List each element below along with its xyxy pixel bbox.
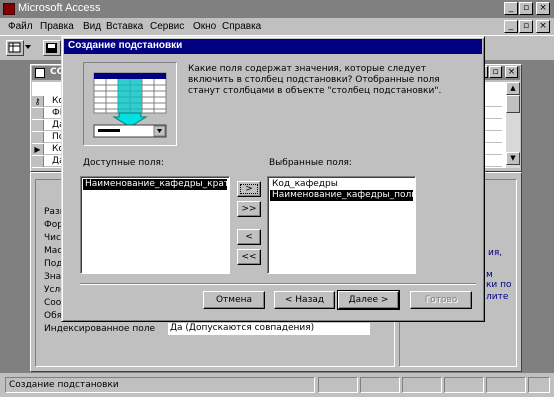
- help-text-fragment: ки по: [486, 280, 512, 290]
- menu-insert[interactable]: Вставка: [106, 21, 143, 32]
- remove-all-fields-button[interactable]: <<: [237, 249, 261, 265]
- access-key-icon: [3, 3, 15, 15]
- status-bar: Создание подстановки: [0, 375, 554, 397]
- save-icon[interactable]: [43, 40, 61, 56]
- doc-restore-icon[interactable]: ▫: [519, 20, 533, 33]
- help-text-fragment: ия,: [488, 248, 503, 258]
- list-item[interactable]: Наименование_кафедры_кратко: [83, 179, 227, 190]
- menu-bar: Файл Правка Вид Вставка Сервис Окно Спра…: [0, 18, 554, 35]
- status-panel: [528, 377, 550, 393]
- add-field-button[interactable]: >: [237, 181, 261, 197]
- menu-window[interactable]: Окно: [193, 21, 216, 32]
- close-icon[interactable]: ×: [536, 2, 550, 15]
- table-icon: [35, 68, 45, 78]
- back-button[interactable]: < Назад: [274, 291, 335, 309]
- doc-minimize-icon[interactable]: _: [504, 20, 518, 33]
- menu-file[interactable]: Файл: [8, 21, 33, 32]
- dialog-description: Какие поля содержат значения, которые сл…: [188, 64, 442, 96]
- row-selector: [32, 120, 44, 131]
- available-fields-list[interactable]: Наименование_кафедры_кратко: [80, 176, 230, 274]
- next-button[interactable]: Далее >: [337, 290, 400, 310]
- remove-field-button[interactable]: <: [237, 229, 261, 245]
- menu-help[interactable]: Справка: [222, 21, 261, 32]
- key-icon: ⚷: [32, 96, 44, 107]
- app-title: Microsoft Access: [18, 2, 101, 14]
- status-panel: [402, 377, 442, 393]
- wizard-illustration: [83, 62, 177, 146]
- finish-button[interactable]: Готово: [410, 291, 472, 309]
- maximize-icon[interactable]: ▫: [519, 2, 533, 15]
- scroll-thumb[interactable]: [506, 95, 520, 113]
- row-selector: [32, 108, 44, 119]
- menu-view[interactable]: Вид: [83, 21, 101, 32]
- status-panel: [444, 377, 484, 393]
- status-panel: [318, 377, 358, 393]
- indexed-property-value[interactable]: Да (Допускаются совпадения): [168, 323, 370, 335]
- app-title-bar: Microsoft Access _ ▫ ×: [0, 0, 554, 18]
- help-text-fragment: лите: [486, 292, 509, 302]
- minimize-icon[interactable]: _: [504, 2, 518, 15]
- cancel-button[interactable]: Отмена: [203, 291, 265, 309]
- doc-close-icon[interactable]: ×: [536, 20, 550, 33]
- status-text: Создание подстановки: [5, 377, 315, 393]
- status-panel: [360, 377, 400, 393]
- selected-fields-label: Выбранные поля:: [269, 158, 352, 168]
- scroll-down-icon[interactable]: ▼: [506, 152, 520, 165]
- menu-edit[interactable]: Правка: [40, 21, 74, 32]
- dialog-title: Создание подстановки: [68, 40, 183, 51]
- current-row-arrow-icon: ▶: [32, 144, 44, 155]
- available-fields-label: Доступные поля:: [83, 158, 164, 168]
- row-selector: [32, 156, 44, 167]
- view-dropdown-icon[interactable]: [25, 45, 31, 49]
- list-item[interactable]: Наименование_кафедры_полное: [270, 190, 413, 201]
- selected-fields-list[interactable]: Код_кафедры Наименование_кафедры_полное: [267, 176, 416, 274]
- scroll-up-icon[interactable]: ▲: [506, 82, 520, 95]
- status-panel: [486, 377, 526, 393]
- list-item[interactable]: Код_кафедры: [270, 179, 413, 190]
- table-close-icon[interactable]: ×: [505, 66, 518, 78]
- lookup-column-graphic: [93, 72, 167, 138]
- table-maximize-icon[interactable]: ▫: [489, 66, 502, 78]
- row-selector: [32, 132, 44, 143]
- dialog-titlebar: Создание подстановки: [64, 39, 482, 54]
- table-vertical-scrollbar[interactable]: ▲ ▼: [506, 82, 520, 168]
- add-all-fields-button[interactable]: >>: [237, 201, 261, 217]
- indexed-property-label: Индексированное поле: [44, 324, 156, 334]
- view-icon[interactable]: [6, 40, 24, 56]
- help-text-fragment: м: [486, 270, 493, 280]
- menu-tools[interactable]: Сервис: [150, 21, 184, 32]
- dialog-separator: [80, 283, 476, 285]
